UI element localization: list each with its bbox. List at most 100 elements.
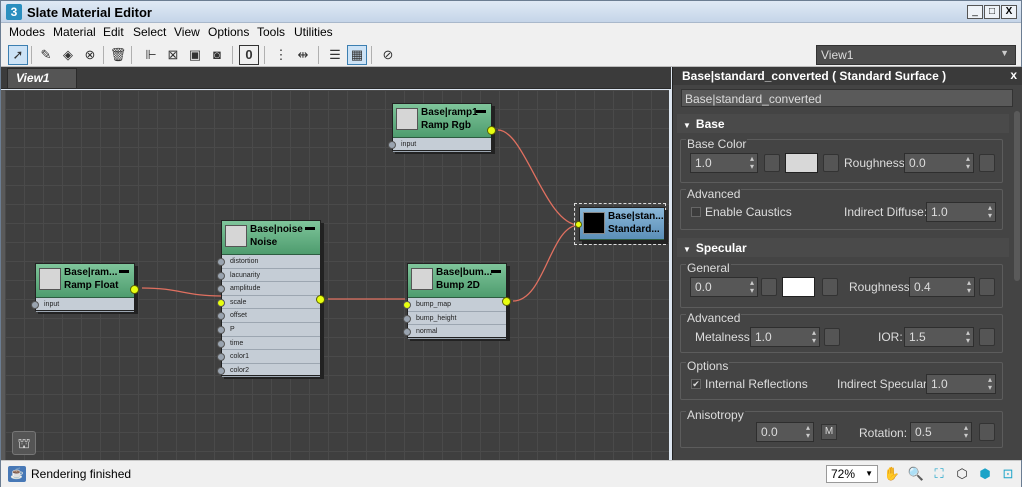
hide-unused-icon[interactable]: ▣ bbox=[185, 45, 205, 65]
node-slot[interactable]: offset bbox=[217, 309, 320, 323]
move-children-icon[interactable]: ⊠ bbox=[163, 45, 183, 65]
menu-tools[interactable]: Tools bbox=[257, 25, 285, 39]
input-socket[interactable] bbox=[217, 258, 225, 266]
show-map-icon[interactable]: ◙ bbox=[207, 45, 227, 65]
zoom-dropdown[interactable]: 72% ▼ bbox=[826, 465, 878, 483]
node-canvas[interactable]: Base|ramp1 Ramp Rgb ▬ input Base|noise N… bbox=[5, 90, 669, 460]
input-socket[interactable] bbox=[403, 328, 411, 337]
layout-icon[interactable]: ⊩ bbox=[141, 45, 161, 65]
map-slot-button[interactable] bbox=[761, 278, 777, 296]
zoom-magnifier-icon[interactable]: 🔍 bbox=[907, 465, 925, 483]
input-socket-connected[interactable] bbox=[575, 221, 582, 228]
base-roughness-spinner[interactable]: 0.0 ▴ ▾ bbox=[904, 153, 974, 173]
map-slot-button[interactable] bbox=[979, 154, 995, 172]
material-name-field[interactable]: Base|standard_converted bbox=[681, 89, 1013, 107]
map-slot-button[interactable] bbox=[764, 154, 780, 172]
spinner-arrows-icon[interactable]: ▴ ▾ bbox=[967, 279, 971, 295]
maximize-button[interactable]: □ bbox=[984, 5, 1000, 19]
node-slot[interactable]: P bbox=[217, 323, 320, 337]
spinner-arrows-icon[interactable]: ▴ ▾ bbox=[806, 424, 810, 440]
put-to-scene-icon[interactable]: ⊗ bbox=[80, 45, 100, 65]
menu-modes[interactable]: Modes bbox=[9, 25, 45, 39]
spinner-arrows-icon[interactable]: ▴ ▾ bbox=[966, 329, 970, 345]
node-standard-surface[interactable]: Base|stan... Standard... bbox=[575, 207, 665, 241]
node-slot[interactable]: normal bbox=[403, 325, 506, 339]
node-bump-2d[interactable]: Base|bum... Bump 2D ▬ bump_map bump_heig… bbox=[403, 263, 511, 339]
node-slot[interactable]: bump_map bbox=[403, 298, 506, 312]
node-slot[interactable]: color2 bbox=[217, 364, 320, 378]
close-icon[interactable]: x bbox=[1010, 68, 1017, 82]
rotation-spinner[interactable]: 0.5 ▴ ▾ bbox=[910, 422, 972, 442]
node-slot[interactable]: amplitude bbox=[217, 282, 320, 296]
spinner-arrows-icon[interactable]: ▴ ▾ bbox=[750, 155, 754, 171]
parameter-editor-icon[interactable]: ☰ bbox=[325, 45, 345, 65]
node-slot[interactable]: input bbox=[31, 298, 134, 312]
pan-hand-icon[interactable]: ✋ bbox=[883, 465, 901, 483]
metalness-spinner[interactable]: 1.0 ▴ ▾ bbox=[750, 327, 820, 347]
output-socket[interactable] bbox=[502, 297, 511, 306]
map-slot-button[interactable] bbox=[979, 278, 995, 296]
minimize-icon[interactable]: ▬ bbox=[476, 105, 486, 116]
input-socket[interactable] bbox=[388, 141, 396, 149]
spinner-arrows-icon[interactable]: ▴ ▾ bbox=[988, 376, 992, 392]
indirect-specular-spinner[interactable]: 1.0 ▴ ▾ bbox=[926, 374, 996, 394]
node-slot[interactable]: color1 bbox=[217, 350, 320, 364]
input-socket-connected[interactable] bbox=[403, 301, 411, 309]
spinner-arrows-icon[interactable]: ▴ ▾ bbox=[988, 204, 992, 220]
close-button[interactable]: X bbox=[1001, 5, 1017, 19]
section-base[interactable]: ▼ Base bbox=[677, 114, 1009, 133]
node-slot[interactable]: bump_height bbox=[403, 312, 506, 326]
node-ramp-rgb[interactable]: Base|ramp1 Ramp Rgb ▬ input bbox=[388, 103, 496, 152]
input-socket[interactable] bbox=[217, 353, 225, 362]
select-arrow-icon[interactable]: ➚ bbox=[8, 45, 28, 65]
input-socket[interactable] bbox=[217, 312, 225, 321]
node-slot[interactable]: time bbox=[217, 337, 320, 351]
base-weight-spinner[interactable]: 1.0 ▴ ▾ bbox=[690, 153, 758, 173]
input-socket[interactable] bbox=[217, 271, 225, 280]
spinner-arrows-icon[interactable]: ▴ ▾ bbox=[812, 329, 816, 345]
specular-roughness-spinner[interactable]: 0.4 ▴ ▾ bbox=[909, 277, 975, 297]
panel-scrollbar[interactable] bbox=[1014, 111, 1020, 281]
input-socket[interactable] bbox=[403, 314, 411, 323]
menu-edit[interactable]: Edit bbox=[103, 25, 124, 39]
ior-spinner[interactable]: 1.5 ▴ ▾ bbox=[904, 327, 974, 347]
menu-view[interactable]: View bbox=[174, 25, 200, 39]
node-slot[interactable]: scale bbox=[217, 296, 320, 310]
eyedropper-icon[interactable]: ✎ bbox=[36, 45, 56, 65]
map-button[interactable]: M bbox=[821, 424, 837, 440]
input-socket[interactable] bbox=[31, 301, 39, 309]
section-specular[interactable]: ▼ Specular bbox=[677, 238, 1009, 257]
map-slot-button[interactable] bbox=[822, 278, 838, 296]
anisotropy-spinner[interactable]: 0.0 ▴ ▾ bbox=[756, 422, 814, 442]
output-socket[interactable] bbox=[130, 285, 139, 294]
output-socket[interactable] bbox=[487, 126, 496, 135]
minimize-button[interactable]: _ bbox=[967, 5, 983, 19]
base-color-swatch[interactable] bbox=[785, 153, 818, 173]
view-select-dropdown[interactable]: View1 ▼ bbox=[816, 45, 1016, 65]
navigator-icon[interactable]: ⊘ bbox=[378, 45, 398, 65]
assign-material-icon[interactable]: ◈ bbox=[58, 45, 78, 65]
map-slot-button[interactable] bbox=[979, 423, 995, 441]
node-ramp-float[interactable]: Base|ram... Ramp Float ▬ input bbox=[31, 263, 139, 312]
input-socket[interactable] bbox=[217, 325, 225, 334]
zoom-extents-selected-icon[interactable]: ⬢ bbox=[976, 465, 994, 483]
menu-options[interactable]: Options bbox=[208, 25, 249, 39]
minimize-icon[interactable]: ▬ bbox=[305, 222, 315, 233]
navigator-toggle-icon[interactable]: ⛫ bbox=[12, 431, 36, 455]
minimize-icon[interactable]: ▬ bbox=[491, 265, 501, 276]
tab-view1[interactable]: View1 bbox=[7, 68, 77, 88]
specular-weight-spinner[interactable]: 0.0 ▴ ▾ bbox=[690, 277, 758, 297]
zoom-extents-icon[interactable]: ⬡ bbox=[953, 465, 971, 483]
menu-select[interactable]: Select bbox=[133, 25, 166, 39]
node-slot[interactable]: lacunarity bbox=[217, 269, 320, 283]
input-socket-connected[interactable] bbox=[217, 298, 225, 307]
map-slot-button[interactable] bbox=[823, 154, 839, 172]
material-id-icon[interactable]: 0 bbox=[239, 45, 259, 65]
menu-material[interactable]: Material bbox=[53, 25, 96, 39]
specular-color-swatch[interactable] bbox=[782, 277, 815, 297]
node-noise[interactable]: Base|noise Noise ▬ distortion lacunarity… bbox=[217, 220, 325, 378]
spinner-arrows-icon[interactable]: ▴ ▾ bbox=[964, 424, 968, 440]
enable-caustics-checkbox[interactable] bbox=[691, 207, 701, 217]
node-slot[interactable]: distortion bbox=[217, 255, 320, 269]
map-slot-button[interactable] bbox=[979, 328, 995, 346]
